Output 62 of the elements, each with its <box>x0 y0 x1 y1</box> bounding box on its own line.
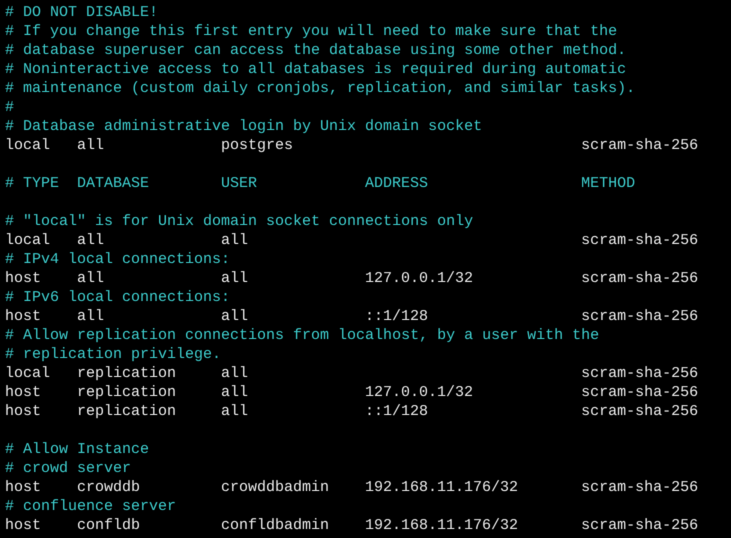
config-field: all <box>221 308 248 325</box>
config-field: all <box>221 365 248 382</box>
config-field: replication <box>77 384 176 401</box>
config-field: host <box>5 517 42 534</box>
config-field: scram-sha-256 <box>581 479 698 496</box>
config-field: all <box>221 403 248 420</box>
config-field: confldb <box>77 517 140 534</box>
comment-line: # <box>5 99 14 116</box>
comment-line: # maintenance (custom daily cronjobs, replication, and similar tasks). <box>5 80 636 97</box>
config-field: host <box>5 403 42 420</box>
config-field: scram-sha-256 <box>581 365 698 382</box>
config-field: host <box>5 308 42 325</box>
config-field: all <box>77 232 104 249</box>
config-field: confldbadmin <box>221 517 330 534</box>
config-field: local <box>5 365 50 382</box>
config-field: 192.168.11.176/32 <box>365 517 518 534</box>
config-field: 127.0.0.1/32 <box>365 384 474 401</box>
config-field: scram-sha-256 <box>581 384 698 401</box>
comment-line: # Allow Instance <box>5 441 150 458</box>
config-field: 192.168.11.176/32 <box>365 479 518 496</box>
config-field: scram-sha-256 <box>581 517 698 534</box>
comment-line: # IPv4 local connections: <box>5 251 230 268</box>
comment-line: # IPv6 local connections: <box>5 289 230 306</box>
config-field: scram-sha-256 <box>581 270 698 287</box>
config-field: ::1/128 <box>365 308 428 325</box>
column-heading: ADDRESS <box>365 175 428 192</box>
comment-line: # confluence server <box>5 498 176 515</box>
config-field: postgres <box>221 137 294 154</box>
config-field: crowddb <box>77 479 140 496</box>
column-heading: METHOD <box>581 175 636 192</box>
config-field: local <box>5 137 50 154</box>
comment-line: # replication privilege. <box>5 346 222 363</box>
config-field: all <box>221 384 248 401</box>
config-field: ::1/128 <box>365 403 428 420</box>
column-heading: DATABASE <box>77 175 150 192</box>
comment-line: # Noninteractive access to all databases is required during automatic <box>5 61 626 78</box>
config-field: all <box>77 137 104 154</box>
config-field: scram-sha-256 <box>581 403 698 420</box>
config-field: scram-sha-256 <box>581 232 698 249</box>
column-heading: USER <box>221 175 258 192</box>
config-field: replication <box>77 403 176 420</box>
comment-line: # If you change this first entry you will need to make sure that the <box>5 23 618 40</box>
config-field: replication <box>77 365 176 382</box>
config-field: scram-sha-256 <box>581 308 698 325</box>
config-field: all <box>221 270 248 287</box>
config-field: all <box>77 270 104 287</box>
config-field: all <box>77 308 104 325</box>
config-field: 127.0.0.1/32 <box>365 270 474 287</box>
config-field: host <box>5 479 42 496</box>
config-field: local <box>5 232 50 249</box>
config-field: crowddbadmin <box>221 479 330 496</box>
comment-line: # Database administrative login by Unix domain socket <box>5 118 482 135</box>
comment-line: # "local" is for Unix domain socket connections only <box>5 213 474 230</box>
config-field: host <box>5 270 42 287</box>
column-heading: # TYPE <box>5 175 60 192</box>
comment-line: # database superuser can access the database using some other method. <box>5 42 626 59</box>
comment-line: # DO NOT DISABLE! <box>5 4 158 21</box>
config-field: all <box>221 232 248 249</box>
comment-line: # crowd server <box>5 460 132 477</box>
config-field: host <box>5 384 42 401</box>
comment-line: # Allow replication connections from localhost, by a user with the <box>5 327 600 344</box>
config-field: scram-sha-256 <box>581 137 698 154</box>
